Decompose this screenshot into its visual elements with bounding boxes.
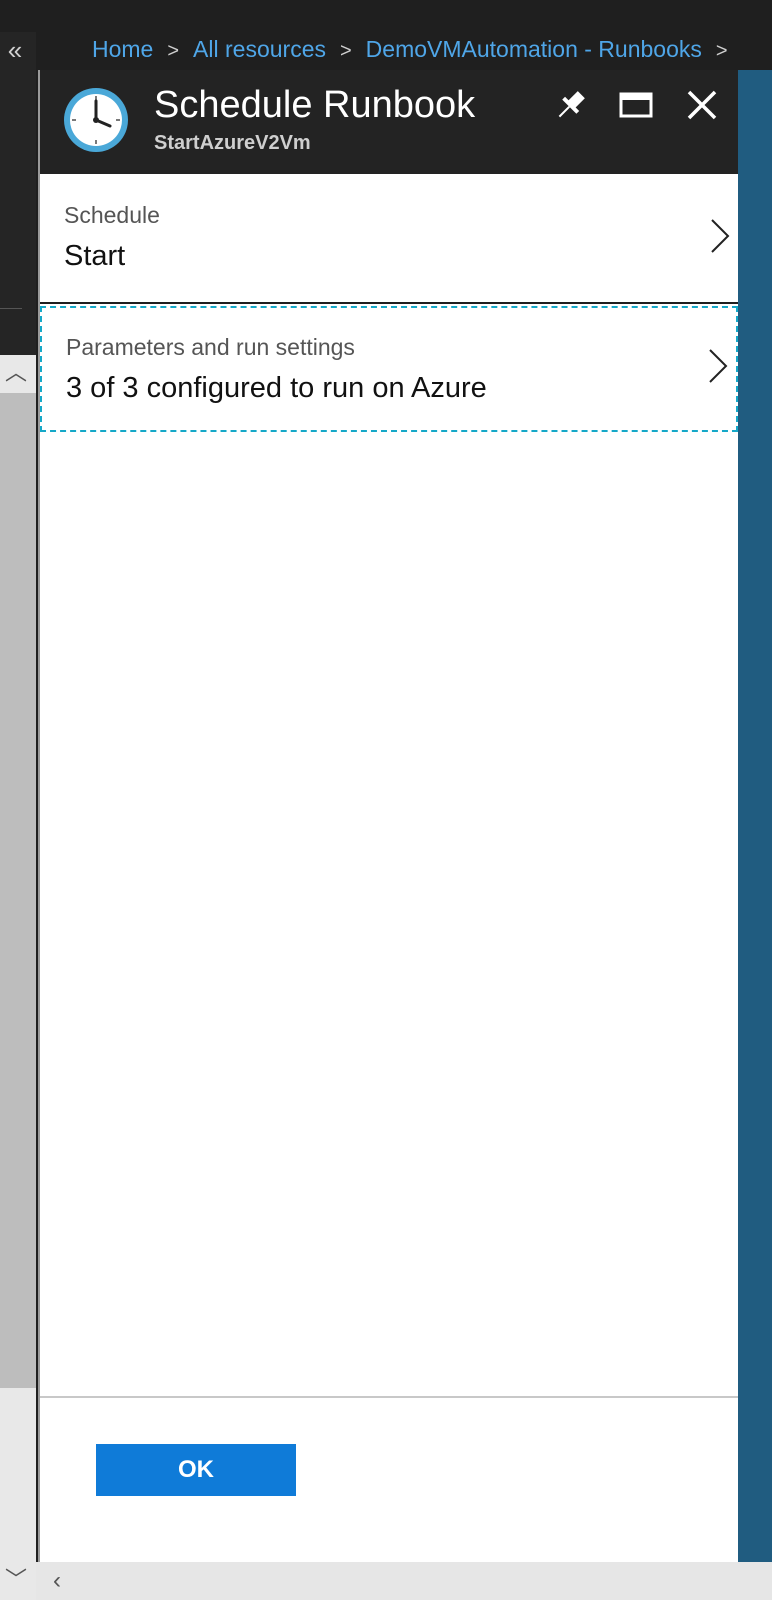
chevron-right-icon	[709, 349, 728, 383]
breadcrumb-home[interactable]: Home	[92, 36, 153, 62]
blade-subtitle: StartAzureV2Vm	[154, 132, 311, 154]
schedule-value: Start	[64, 240, 126, 272]
scroll-up-icon[interactable]: ︿	[0, 355, 32, 391]
breadcrumb-separator: >	[715, 40, 728, 62]
chevron-right-icon	[711, 219, 730, 253]
clock-icon	[64, 88, 128, 152]
maximize-icon[interactable]	[614, 84, 658, 128]
close-icon[interactable]	[680, 84, 724, 128]
scroll-left-icon[interactable]: ‹	[42, 1562, 72, 1600]
footer-divider	[40, 1396, 738, 1398]
breadcrumb-separator: >	[167, 40, 180, 62]
collapse-menu-icon[interactable]: «	[0, 36, 30, 66]
breadcrumb: Home > All resources > DemoVMAutomation - Ru…	[92, 36, 742, 63]
background-blade-strip[interactable]	[736, 70, 772, 1562]
schedule-runbook-blade: Schedule Runbook StartAzureV2Vm Schedule…	[38, 70, 738, 1562]
parameters-label: Parameters and run settings	[66, 334, 355, 360]
blade-header: Schedule Runbook StartAzureV2Vm	[40, 70, 738, 174]
breadcrumb-all-resources[interactable]: All resources	[193, 36, 326, 62]
scroll-down-icon[interactable]: ﹀	[0, 1562, 32, 1598]
blade-title: Schedule Runbook	[154, 84, 476, 126]
pin-icon[interactable]	[548, 84, 592, 128]
breadcrumb-runbooks[interactable]: DemoVMAutomation - Runbooks	[366, 36, 702, 62]
left-divider	[0, 308, 22, 309]
vertical-scroll-thumb[interactable]	[0, 393, 36, 1388]
parameters-value: 3 of 3 configured to run on Azure	[66, 372, 487, 404]
top-bar	[0, 0, 772, 32]
parameters-row[interactable]: Parameters and run settings 3 of 3 confi…	[40, 306, 738, 432]
schedule-row[interactable]: Schedule Start	[40, 174, 738, 304]
horizontal-scrollbar[interactable]: ‹	[36, 1562, 772, 1600]
breadcrumb-separator: >	[339, 40, 352, 62]
schedule-label: Schedule	[64, 202, 160, 228]
ok-button[interactable]: OK	[96, 1444, 296, 1496]
breadcrumb-bar: Home > All resources > DemoVMAutomation - Ru…	[36, 32, 772, 70]
